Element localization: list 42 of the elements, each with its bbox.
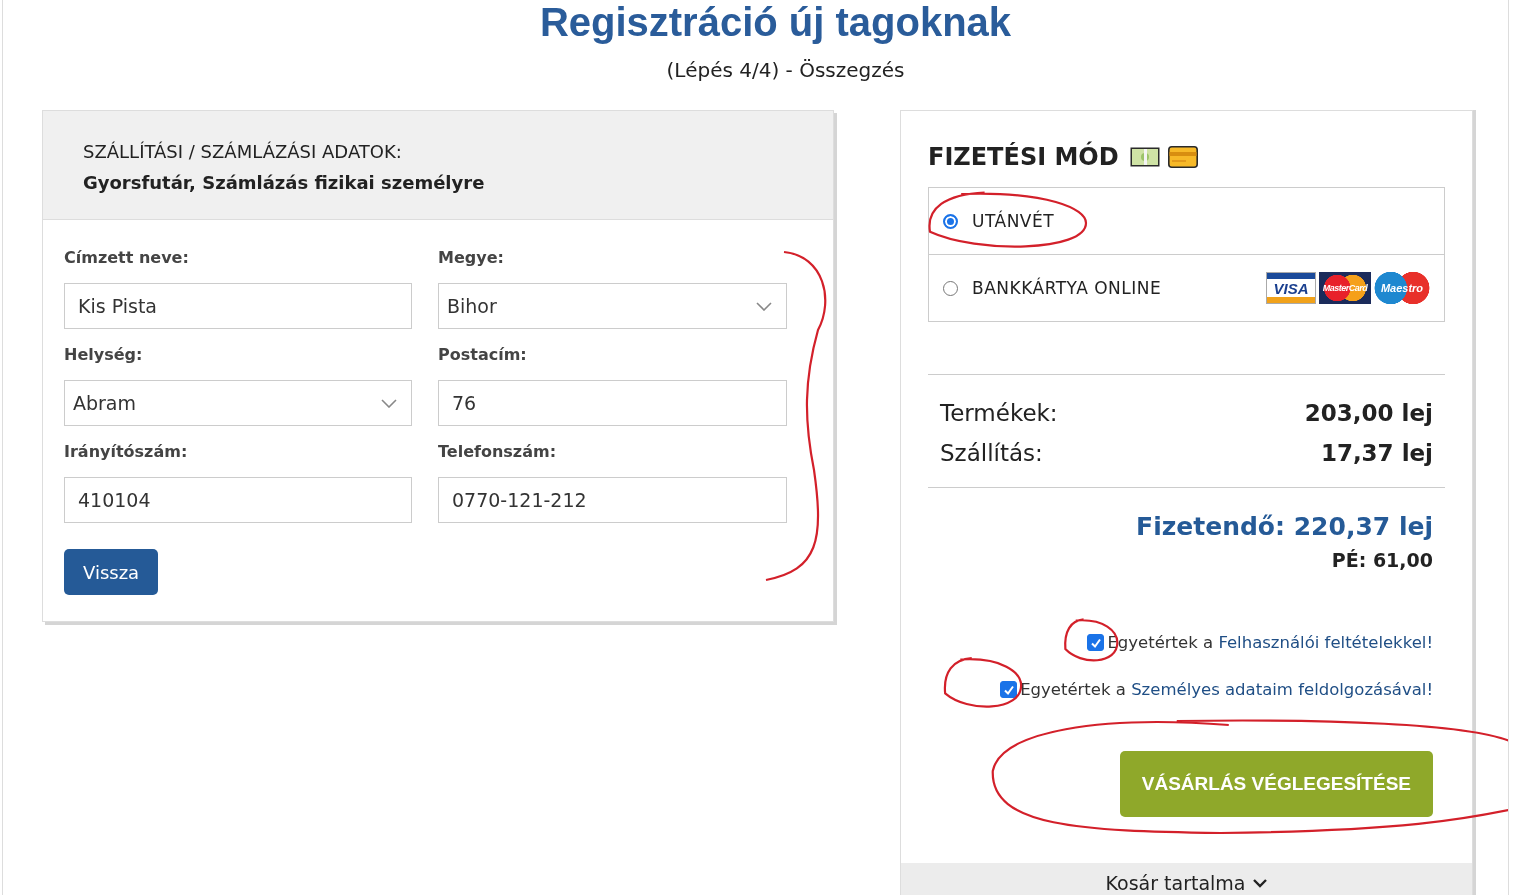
total-value: 17,37 lej — [1320, 439, 1433, 468]
points-value: PÉ: 61,00 — [1331, 549, 1433, 571]
agreement-link[interactable]: Felhasználói feltételekkel! — [1218, 633, 1433, 652]
credit-card-icon — [1167, 146, 1198, 168]
field-label: Megye: — [438, 248, 504, 267]
payment-option-label[interactable]: BANKKÁRTYA ONLINE — [972, 278, 1162, 298]
section-heading: SZÁLLÍTÁSI / SZÁMLÁZÁSI ADATOK: — [83, 141, 403, 162]
total-label: Termékek: — [940, 399, 1058, 428]
check-icon — [1002, 683, 1015, 696]
agreement-text: Egyetértek a Személyes adataim feldolgozásával! — [1020, 680, 1433, 699]
agreement-link[interactable]: Személyes adataim feldolgozásával! — [1131, 680, 1433, 699]
cart-toggle[interactable]: Kosár tartalma — [901, 863, 1472, 895]
payment-option-label[interactable]: UTÁNVÉT — [972, 211, 1055, 231]
input-field[interactable]: 76 — [438, 380, 787, 426]
card-logo: VISA — [1266, 272, 1316, 304]
field-label: Címzett neve: — [64, 248, 189, 267]
checkbox[interactable] — [1087, 634, 1105, 651]
banknote-icon — [1129, 147, 1160, 167]
chevron-down-icon — [756, 301, 772, 311]
chevron-down-icon — [1253, 878, 1268, 888]
total-label: Szállítás: — [940, 439, 1043, 468]
check-icon — [1089, 636, 1102, 649]
field-label: Irányítószám: — [64, 442, 188, 461]
input-field[interactable]: 0770-121-212 — [438, 477, 787, 523]
total-value: 203,00 lej — [1304, 399, 1433, 428]
section-heading: FIZETÉSI MÓD — [928, 143, 1119, 171]
step-subtitle: (Lépés 4/4) - Összegzés — [665, 58, 905, 82]
radio-button[interactable] — [943, 213, 958, 229]
shipping-summary: Gyorsfutár, Számlázás fizikai személyre — [83, 172, 486, 193]
grand-total: Fizetendő: 220,37 lej — [1136, 512, 1433, 541]
back-button[interactable]: Vissza — [64, 549, 159, 595]
page-title: Regisztráció új tagoknak — [538, 0, 1012, 44]
chevron-down-icon — [381, 398, 397, 408]
field-label: Postacím: — [438, 345, 527, 364]
select-field[interactable]: Abram — [64, 380, 412, 426]
field-label: Telefonszám: — [438, 442, 557, 461]
input-field[interactable]: 410104 — [64, 477, 412, 523]
input-field[interactable]: Kis Pista — [64, 283, 412, 329]
field-label: Helység: — [64, 345, 143, 364]
radio-button[interactable] — [943, 280, 958, 296]
checkbox[interactable] — [1000, 681, 1018, 698]
select-field[interactable]: Bihor — [438, 283, 787, 329]
